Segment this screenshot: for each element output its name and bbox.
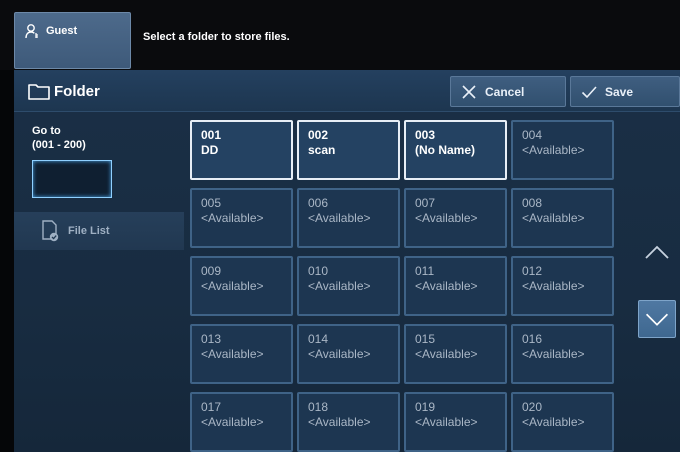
- folder-name: <Available>: [201, 347, 264, 361]
- panel-header: Folder Cancel Save: [14, 70, 680, 112]
- goto-label: Go to (001 - 200): [32, 124, 86, 152]
- folder-panel: Folder Cancel Save Go to (001 - 200) Fil…: [14, 70, 680, 452]
- check-icon: [581, 86, 597, 99]
- folder-name: <Available>: [415, 211, 478, 225]
- folder-number: 002: [308, 128, 329, 142]
- folder-number: 015: [415, 332, 436, 346]
- folder-number: 004: [522, 128, 543, 142]
- file-list-button[interactable]: File List: [14, 212, 184, 250]
- goto-label-range: (001 - 200): [32, 139, 86, 151]
- folder-cell[interactable]: 005 <Available>: [190, 188, 293, 248]
- goto-label-title: Go to: [32, 125, 61, 137]
- folder-number: 009: [201, 264, 222, 278]
- cancel-button[interactable]: Cancel: [450, 76, 566, 107]
- top-bar: Guest Select a folder to store files.: [0, 0, 680, 70]
- folder-name: <Available>: [308, 347, 371, 361]
- folder-name: <Available>: [522, 211, 585, 225]
- folder-name: <Available>: [201, 211, 264, 225]
- folder-cell[interactable]: 002 scan: [297, 120, 400, 180]
- user-label: Guest: [46, 25, 78, 37]
- folder-cell[interactable]: 004 <Available>: [511, 120, 614, 180]
- close-icon: [462, 85, 476, 99]
- folder-name: <Available>: [522, 279, 585, 293]
- folder-cell[interactable]: 014 <Available>: [297, 324, 400, 384]
- folder-number: 006: [308, 196, 329, 210]
- folder-number: 008: [522, 196, 543, 210]
- save-button[interactable]: Save: [570, 76, 680, 107]
- folder-name: <Available>: [201, 415, 264, 429]
- folder-cell[interactable]: 018 <Available>: [297, 392, 400, 452]
- folder-icon: [28, 84, 50, 100]
- folder-name: <Available>: [308, 211, 371, 225]
- page-title: Folder: [54, 83, 100, 100]
- file-list-label: File List: [68, 225, 110, 237]
- folder-number: 014: [308, 332, 329, 346]
- instruction-text: Select a folder to store files.: [143, 31, 290, 43]
- folder-cell[interactable]: 003 (No Name): [404, 120, 507, 180]
- folder-cell[interactable]: 012 <Available>: [511, 256, 614, 316]
- folder-cell[interactable]: 011 <Available>: [404, 256, 507, 316]
- cancel-label: Cancel: [485, 85, 525, 99]
- folder-cell[interactable]: 017 <Available>: [190, 392, 293, 452]
- folder-name: <Available>: [522, 347, 585, 361]
- folder-number: 003: [415, 128, 436, 142]
- folder-cell[interactable]: 001 DD: [190, 120, 293, 180]
- folder-name: DD: [201, 143, 219, 157]
- folder-name: (No Name): [415, 143, 476, 157]
- folder-name: <Available>: [522, 143, 585, 157]
- folder-number: 016: [522, 332, 543, 346]
- folder-name: <Available>: [415, 347, 478, 361]
- folder-number: 010: [308, 264, 329, 278]
- folder-number: 013: [201, 332, 222, 346]
- folder-number: 020: [522, 400, 543, 414]
- folder-cell[interactable]: 008 <Available>: [511, 188, 614, 248]
- folder-number: 017: [201, 400, 222, 414]
- chevron-down-icon: [645, 313, 669, 326]
- folder-number: 007: [415, 196, 436, 210]
- folder-number: 012: [522, 264, 543, 278]
- folder-cell[interactable]: 010 <Available>: [297, 256, 400, 316]
- folder-cell[interactable]: 006 <Available>: [297, 188, 400, 248]
- scroll-up-button[interactable]: [638, 234, 676, 272]
- folder-cell[interactable]: 007 <Available>: [404, 188, 507, 248]
- user-key-icon: [25, 24, 38, 39]
- folder-cell[interactable]: 019 <Available>: [404, 392, 507, 452]
- folder-cell[interactable]: 020 <Available>: [511, 392, 614, 452]
- folder-name: scan: [308, 143, 336, 157]
- folder-number: 005: [201, 196, 222, 210]
- file-list-icon: [42, 220, 59, 242]
- folder-name: <Available>: [308, 415, 371, 429]
- folder-number: 001: [201, 128, 222, 142]
- folder-name: <Available>: [415, 279, 478, 293]
- folder-name: <Available>: [415, 415, 478, 429]
- folder-grid: 001 DD 002 scan 003 (No Name) 004 <Available> 00…: [190, 120, 630, 452]
- folder-name: <Available>: [201, 279, 264, 293]
- scroll-down-button[interactable]: [638, 300, 676, 338]
- folder-name: <Available>: [522, 415, 585, 429]
- folder-number: 018: [308, 400, 329, 414]
- user-button[interactable]: Guest: [14, 12, 131, 69]
- goto-input[interactable]: [32, 160, 112, 198]
- folder-name: <Available>: [308, 279, 371, 293]
- folder-cell[interactable]: 013 <Available>: [190, 324, 293, 384]
- folder-number: 019: [415, 400, 436, 414]
- folder-number: 011: [415, 264, 435, 278]
- folder-cell[interactable]: 016 <Available>: [511, 324, 614, 384]
- save-label: Save: [605, 85, 634, 99]
- folder-cell[interactable]: 015 <Available>: [404, 324, 507, 384]
- folder-cell[interactable]: 009 <Available>: [190, 256, 293, 316]
